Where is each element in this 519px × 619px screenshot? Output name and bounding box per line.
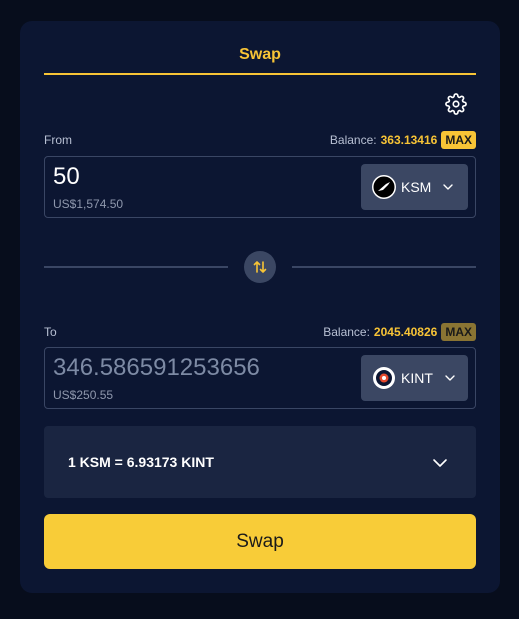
to-input-box: US$250.55 KINT <box>44 347 476 409</box>
to-amount-input[interactable] <box>53 354 343 382</box>
to-token-selector[interactable]: KINT <box>361 355 468 401</box>
to-balance-value: 2045.40826 <box>373 325 438 339</box>
from-token-symbol: KSM <box>401 179 432 195</box>
from-label: From <box>44 133 72 147</box>
to-max-button[interactable]: MAX <box>441 323 476 341</box>
kint-token-icon <box>372 366 396 390</box>
tab-underline <box>44 73 476 75</box>
swap-card: Swap From Balance: 363.13416 MAX US$1,57… <box>20 21 500 593</box>
to-balance-label: Balance: <box>323 325 370 339</box>
exchange-rate-panel[interactable]: 1 KSM = 6.93173 KINT <box>44 426 476 498</box>
from-amount-input[interactable] <box>53 163 343 191</box>
from-max-button[interactable]: MAX <box>441 131 476 149</box>
from-token-selector[interactable]: KSM <box>361 164 468 210</box>
divider-left <box>44 266 228 268</box>
to-usd-value: US$250.55 <box>53 388 114 402</box>
to-label: To <box>44 325 57 339</box>
gear-icon[interactable] <box>445 93 467 115</box>
swap-arrows-icon[interactable] <box>244 251 276 283</box>
divider-right <box>292 266 476 268</box>
ksm-token-icon <box>372 175 396 199</box>
from-balance: Balance: 363.13416 MAX <box>330 131 476 149</box>
from-input-box: US$1,574.50 KSM <box>44 156 476 218</box>
to-balance: Balance: 2045.40826 MAX <box>323 323 476 341</box>
chevron-down-icon <box>443 184 454 190</box>
swap-button[interactable]: Swap <box>44 514 476 569</box>
tab-swap[interactable]: Swap <box>44 41 476 75</box>
exchange-rate-text: 1 KSM = 6.93173 KINT <box>68 454 214 470</box>
from-balance-value: 363.13416 <box>380 133 438 147</box>
to-token-symbol: KINT <box>401 370 433 386</box>
from-usd-value: US$1,574.50 <box>53 197 124 211</box>
chevron-down-icon <box>433 459 447 467</box>
from-balance-label: Balance: <box>329 133 377 147</box>
chevron-down-icon <box>445 375 455 381</box>
